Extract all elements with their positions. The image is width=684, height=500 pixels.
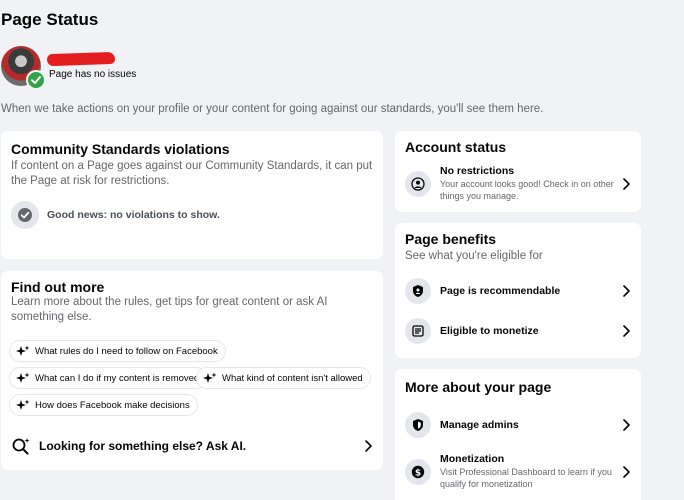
svg-text:$: $ — [415, 468, 421, 478]
manage-admins-label: Manage admins — [440, 419, 519, 431]
sparkle-icon — [16, 372, 30, 383]
account-status-title: Account status — [405, 139, 507, 155]
shield-icon — [405, 278, 431, 304]
chevron-right-icon — [363, 439, 373, 453]
ask-ai-row[interactable]: Looking for something else? Ask AI. — [11, 431, 373, 461]
chip-label: What can I do if my content is removed — [35, 372, 200, 384]
monetization-label: Monetization — [440, 453, 505, 465]
chevron-right-icon — [621, 465, 631, 479]
violations-card: Community Standards violations If conten… — [1, 131, 383, 259]
find-out-more-description: Learn more about the rules, get tips for… — [11, 296, 328, 323]
sparkle-icon — [16, 399, 30, 410]
sparkle-icon — [16, 345, 30, 356]
good-news-text: Good news: no violations to show. — [47, 209, 220, 221]
sparkle-icon — [203, 372, 217, 383]
find-out-more-title: Find out more — [11, 279, 105, 295]
redacted-page-name — [46, 51, 116, 67]
chip-label: How does Facebook make decisions — [35, 399, 190, 411]
chevron-right-icon — [621, 324, 631, 338]
more-about-page-card: More about your page Manage admins $ Mon… — [395, 369, 641, 500]
violations-title: Community Standards violations — [11, 141, 230, 157]
account-circle-icon — [405, 170, 431, 197]
chip-rules[interactable]: What rules do I need to follow on Facebo… — [9, 340, 226, 362]
chevron-right-icon — [621, 284, 631, 298]
admin-shield-icon — [405, 412, 431, 438]
good-news-row: Good news: no violations to show. — [11, 201, 220, 229]
page-benefits-subtitle: See what you're eligible for — [405, 250, 543, 262]
violations-description: If content on a Page goes against our Co… — [11, 160, 373, 187]
find-out-more-card: Find out more Learn more about the rules… — [1, 271, 383, 470]
no-restrictions-row[interactable]: No restrictions Your account looks good!… — [405, 165, 631, 202]
chip-content-removed[interactable]: What can I do if my content is removed — [9, 367, 208, 389]
monetize-icon — [405, 318, 431, 344]
monetization-desc: Visit Professional Dashboard to learn if… — [440, 467, 612, 489]
page-status-text: Page has no issues — [49, 69, 137, 80]
chevron-right-icon — [621, 177, 631, 191]
check-badge-icon — [26, 70, 46, 90]
recommendable-label: Page is recommendable — [440, 285, 561, 297]
ai-search-icon — [12, 438, 30, 455]
page-benefits-card: Page benefits See what you're eligible f… — [395, 223, 641, 358]
chip-label: What rules do I need to follow on Facebo… — [35, 345, 218, 357]
monetize-label: Eligible to monetize — [440, 325, 539, 337]
check-circle-icon — [11, 201, 39, 229]
page-title: Page Status — [1, 10, 99, 29]
no-restrictions-desc: Your account looks good! Check in on oth… — [440, 179, 614, 201]
intro-text: When we take actions on your profile or … — [1, 103, 544, 115]
account-status-card: Account status No restrictions Your acco… — [395, 131, 641, 212]
monetize-row[interactable]: Eligible to monetize — [405, 318, 631, 344]
profile-avatar[interactable] — [1, 46, 46, 90]
page-benefits-title: Page benefits — [405, 231, 497, 247]
manage-admins-row[interactable]: Manage admins — [405, 412, 631, 438]
chip-decisions[interactable]: How does Facebook make decisions — [9, 394, 198, 416]
more-about-title: More about your page — [405, 379, 552, 395]
chip-content-not-allowed[interactable]: What kind of content isn't allowed — [196, 367, 371, 389]
ask-ai-label: Looking for something else? Ask AI. — [39, 439, 247, 453]
dollar-icon: $ — [405, 458, 431, 485]
monetization-row[interactable]: $ Monetization Visit Professional Dashbo… — [405, 453, 631, 490]
recommendable-row[interactable]: Page is recommendable — [405, 278, 631, 304]
chevron-right-icon — [621, 418, 631, 432]
chip-label: What kind of content isn't allowed — [222, 372, 363, 384]
no-restrictions-label: No restrictions — [440, 165, 515, 177]
